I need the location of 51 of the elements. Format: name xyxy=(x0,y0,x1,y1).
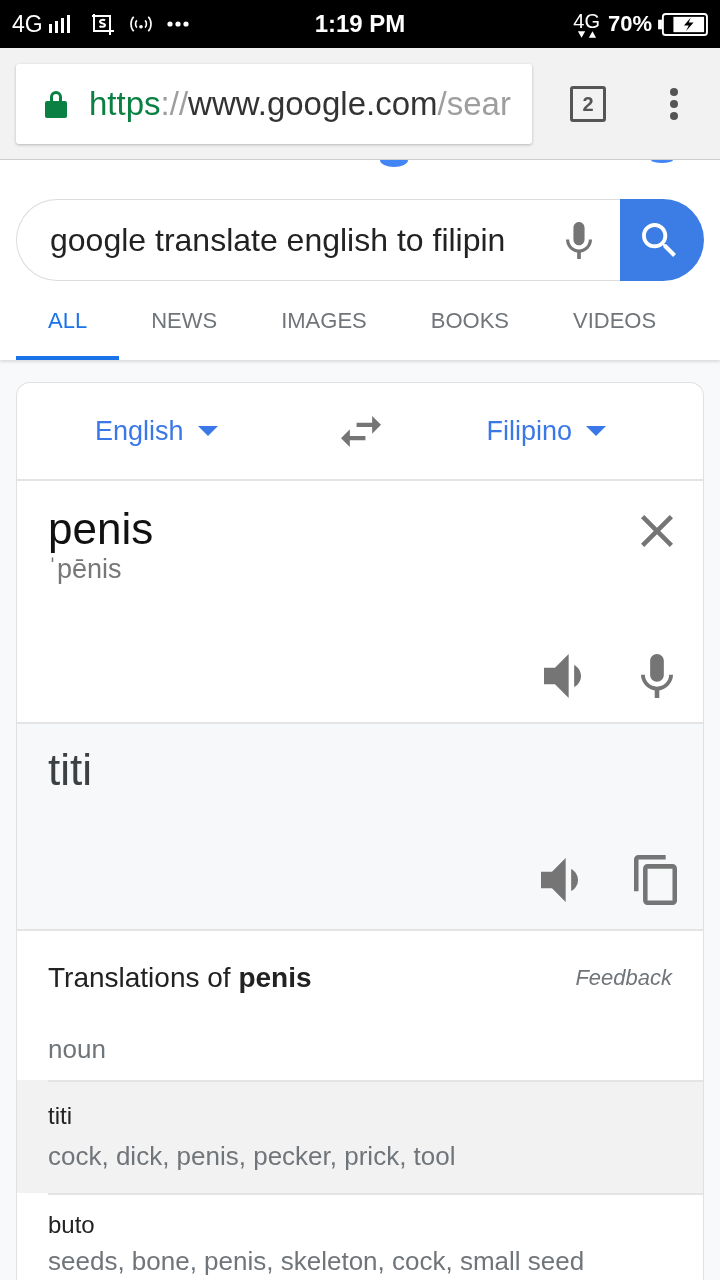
address-bar[interactable]: https://www.google.com/sear xyxy=(16,63,532,144)
speaker-icon xyxy=(541,858,578,902)
copy-icon xyxy=(634,855,677,905)
target-language-dropdown[interactable]: Filipino xyxy=(486,417,607,445)
search-tab[interactable]: NEWS xyxy=(119,281,250,360)
menu-icon[interactable] xyxy=(670,87,678,120)
pronunciation-text: ˈpēnis xyxy=(48,553,123,585)
speaker-icon xyxy=(544,654,581,698)
data-network-text: 4G xyxy=(573,10,600,31)
synonyms-text: cock, dick, penis, pecker, prick, tool xyxy=(48,1142,456,1170)
translated-text: titi xyxy=(48,746,92,794)
screenshot-icon xyxy=(90,13,115,35)
more-notifications-icon xyxy=(166,21,189,27)
battery-charging-icon xyxy=(658,12,708,36)
listen-button[interactable] xyxy=(544,654,581,698)
close-icon xyxy=(641,515,673,547)
swap-languages-button[interactable] xyxy=(340,415,381,447)
search-tab[interactable]: ALL xyxy=(16,281,120,360)
search-button[interactable] xyxy=(620,199,704,281)
translation-word: buto xyxy=(48,1212,95,1238)
search-tab[interactable]: IMAGES xyxy=(249,281,399,360)
copy-button[interactable] xyxy=(634,855,677,905)
listen-button[interactable] xyxy=(541,858,578,902)
battery-percent-text: 70% xyxy=(607,13,652,35)
source-language-dropdown[interactable]: English xyxy=(95,417,218,445)
search-tab[interactable]: BOOKS xyxy=(398,281,541,360)
clock-text: 1:19 PM xyxy=(314,12,406,36)
synonyms-text: seeds, bone, penis, skeleton, cock, small seed xyxy=(48,1247,585,1275)
lock-icon xyxy=(45,89,67,118)
hotspot-icon xyxy=(128,14,153,34)
part-of-speech-text: noun xyxy=(48,1033,106,1065)
search-icon xyxy=(642,223,676,257)
voice-input-button[interactable] xyxy=(641,654,673,698)
network-type-text: 4G xyxy=(12,12,43,36)
source-text: penis xyxy=(48,505,154,553)
tab-switcher-button[interactable]: 2 xyxy=(570,85,606,122)
search-tab[interactable]: VIDEOS xyxy=(541,281,689,360)
translation-word: titi xyxy=(48,1103,72,1129)
feedback-link[interactable]: Feedback xyxy=(575,967,672,989)
signal-icon xyxy=(48,15,71,33)
url-text: https://www.google.com/sear xyxy=(89,87,511,120)
clear-button[interactable] xyxy=(641,515,673,547)
data-arrows-icon xyxy=(576,30,597,38)
translation-row[interactable]: titi cock, dick, penis, pecker, prick, tool xyxy=(17,1080,703,1193)
dropdown-arrow-icon xyxy=(586,426,607,436)
translations-heading: Translations of penis xyxy=(48,964,312,992)
swap-arrows-icon xyxy=(340,415,381,447)
search-query-text: google translate english to filipin xyxy=(50,224,506,256)
microphone-icon xyxy=(641,654,673,698)
dropdown-arrow-icon xyxy=(197,426,218,436)
microphone-icon xyxy=(566,221,592,259)
